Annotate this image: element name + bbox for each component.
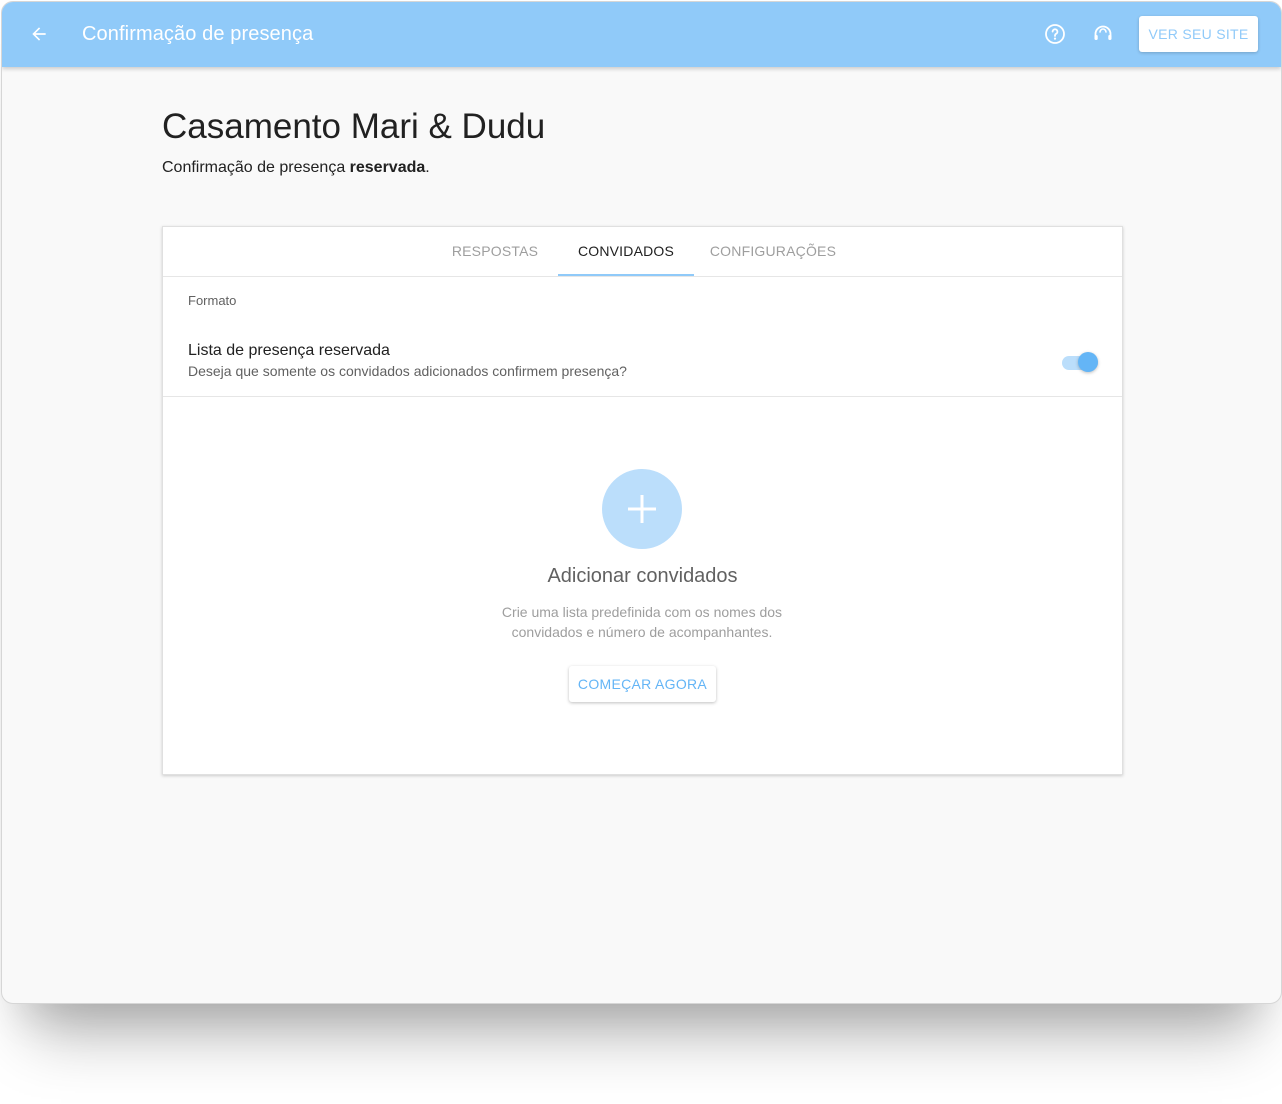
app-bar-title: Confirmação de presença — [82, 23, 314, 45]
setting-description: Deseja que somente os convidados adicion… — [188, 363, 627, 379]
subtitle-suffix: . — [425, 159, 430, 176]
empty-state-description: Crie uma lista predefinida com os nomes … — [501, 604, 783, 640]
guests-card: RESPOSTAS CONVIDADOS CONFIGURAÇÕES Forma… — [162, 226, 1123, 775]
reserved-list-toggle[interactable] — [1061, 351, 1101, 375]
format-section-label: Formato — [188, 293, 237, 308]
help-button[interactable] — [1038, 17, 1072, 51]
arrow-left-icon — [32, 27, 46, 41]
reserved-list-setting: Lista de presença reservada Deseja que s… — [163, 332, 1122, 397]
tab-convidados-label: CONVIDADOS — [577, 243, 675, 259]
tab-respostas[interactable]: RESPOSTAS — [433, 227, 557, 275]
support-button[interactable] — [1086, 17, 1120, 51]
subtitle-prefix: Confirmação de presença — [162, 159, 350, 176]
subtitle-status: reservada — [349, 159, 426, 176]
empty-state-title: Adicionar convidados — [547, 565, 738, 587]
headset-icon — [1094, 25, 1112, 40]
active-tab-indicator — [558, 274, 694, 276]
toggle-thumb — [1078, 352, 1098, 372]
start-now-button[interactable]: COMEÇAR AGORA — [569, 666, 716, 702]
page-subtitle: Confirmação de presença reservada. — [162, 158, 430, 178]
back-button[interactable] — [22, 17, 56, 51]
page-title: Casamento Mari & Dudu — [162, 107, 546, 146]
app-window: Confirmação de presença VER SEU SITE Cas… — [1, 1, 1282, 1004]
help-circle-icon — [1045, 24, 1065, 44]
tab-bar: RESPOSTAS CONVIDADOS CONFIGURAÇÕES — [163, 227, 1122, 277]
app-bar: Confirmação de presença VER SEU SITE — [2, 2, 1281, 67]
add-guests-circle[interactable] — [602, 469, 682, 549]
setting-title: Lista de presença reservada — [188, 342, 390, 359]
plus-icon — [628, 495, 656, 523]
view-site-button[interactable]: VER SEU SITE — [1139, 16, 1258, 52]
tab-convidados[interactable]: CONVIDADOS — [558, 227, 694, 276]
tab-configuracoes[interactable]: CONFIGURAÇÕES — [694, 227, 852, 275]
